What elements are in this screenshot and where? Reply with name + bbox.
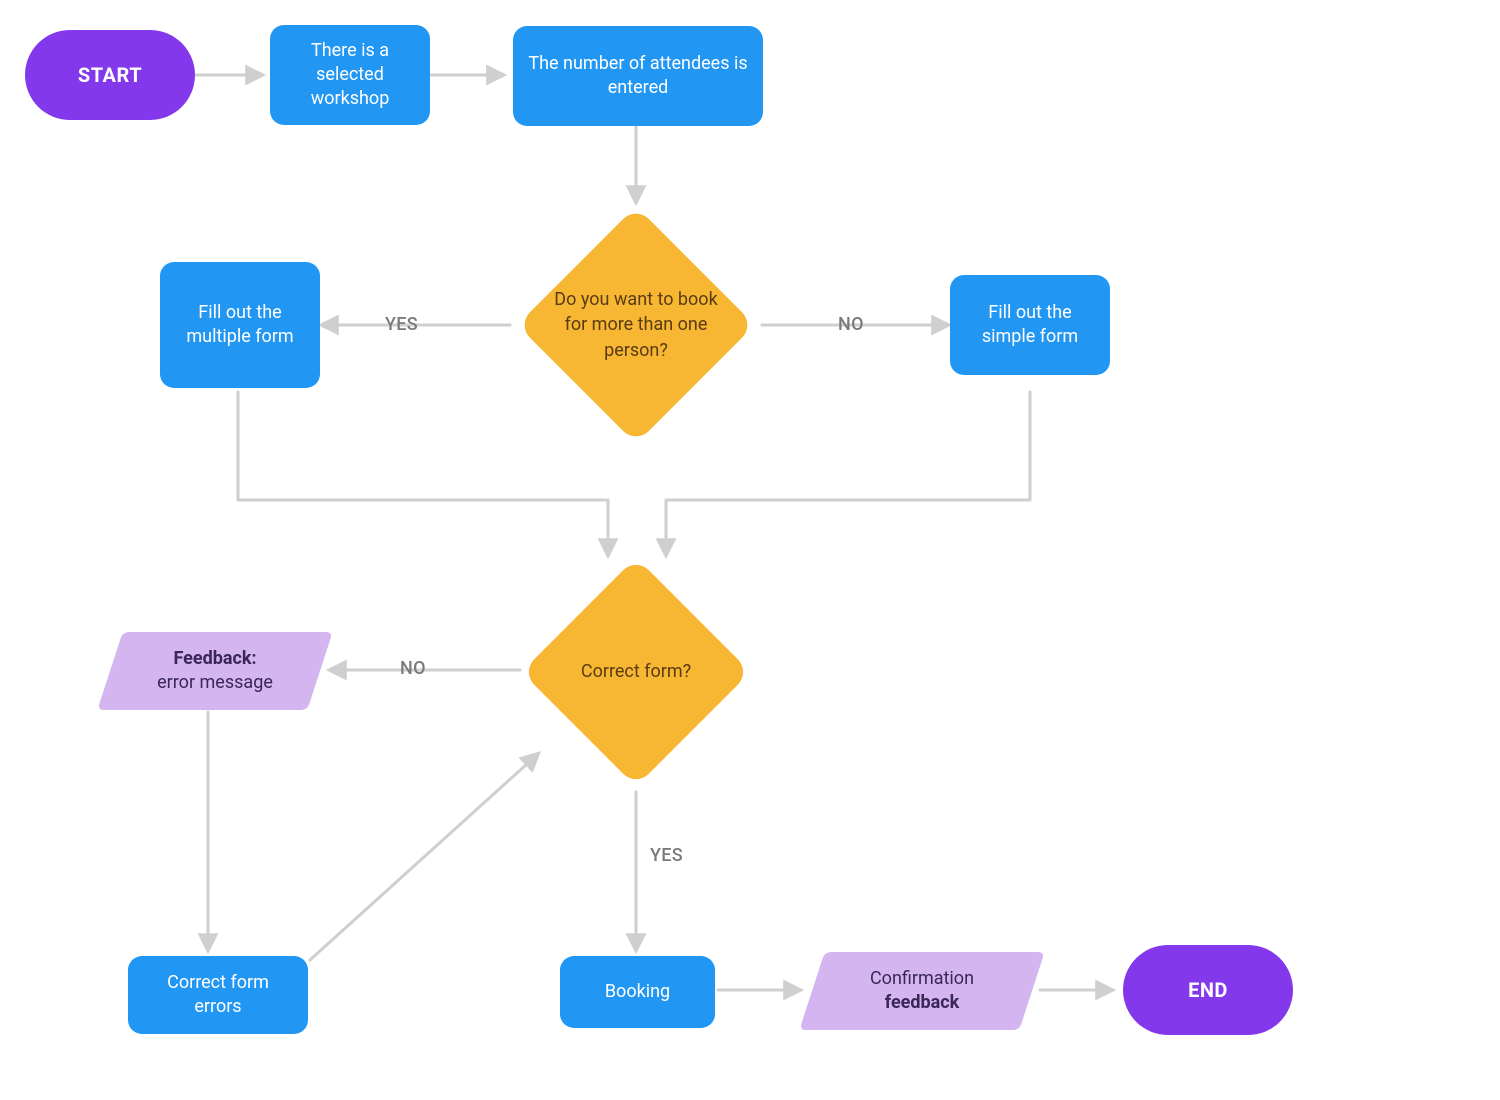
decision-correct-form: Correct form? xyxy=(520,556,752,788)
confirmation-prefix: Confirmation xyxy=(870,967,974,991)
io-feedback-error: Feedback: error message xyxy=(110,632,320,710)
process-fill-simple: Fill out the simple form xyxy=(950,275,1110,375)
io-text: Confirmation feedback xyxy=(812,952,1032,1030)
edge-label-yes-1: YES xyxy=(385,314,418,335)
decision-book-multiple: Do you want to book for more than one pe… xyxy=(516,205,756,445)
connectors-layer xyxy=(0,0,1500,1100)
io-text: Feedback: error message xyxy=(110,632,320,710)
process-selected-workshop: There is a selected workshop xyxy=(270,25,430,125)
confirmation-bold: feedback xyxy=(885,991,960,1015)
feedback-error-rest: error message xyxy=(157,671,273,695)
process-fill-multiple: Fill out the multiple form xyxy=(160,262,320,388)
io-confirmation-feedback: Confirmation feedback xyxy=(812,952,1032,1030)
edge-label-yes-2: YES xyxy=(650,845,683,866)
process-correct-errors: Correct form errors xyxy=(128,956,308,1034)
flowchart-canvas: START There is a selected workshop The n… xyxy=(0,0,1500,1100)
feedback-error-bold: Feedback: xyxy=(173,647,256,671)
decision-text: Correct form? xyxy=(520,556,752,788)
process-booking: Booking xyxy=(560,956,715,1028)
process-attendees-entered: The number of attendees is entered xyxy=(513,26,763,126)
decision-text: Do you want to book for more than one pe… xyxy=(516,205,756,445)
edge-label-no-1: NO xyxy=(838,314,864,335)
edge-label-no-2: NO xyxy=(400,658,426,679)
start-terminator: START xyxy=(25,30,195,120)
end-terminator: END xyxy=(1123,945,1293,1035)
